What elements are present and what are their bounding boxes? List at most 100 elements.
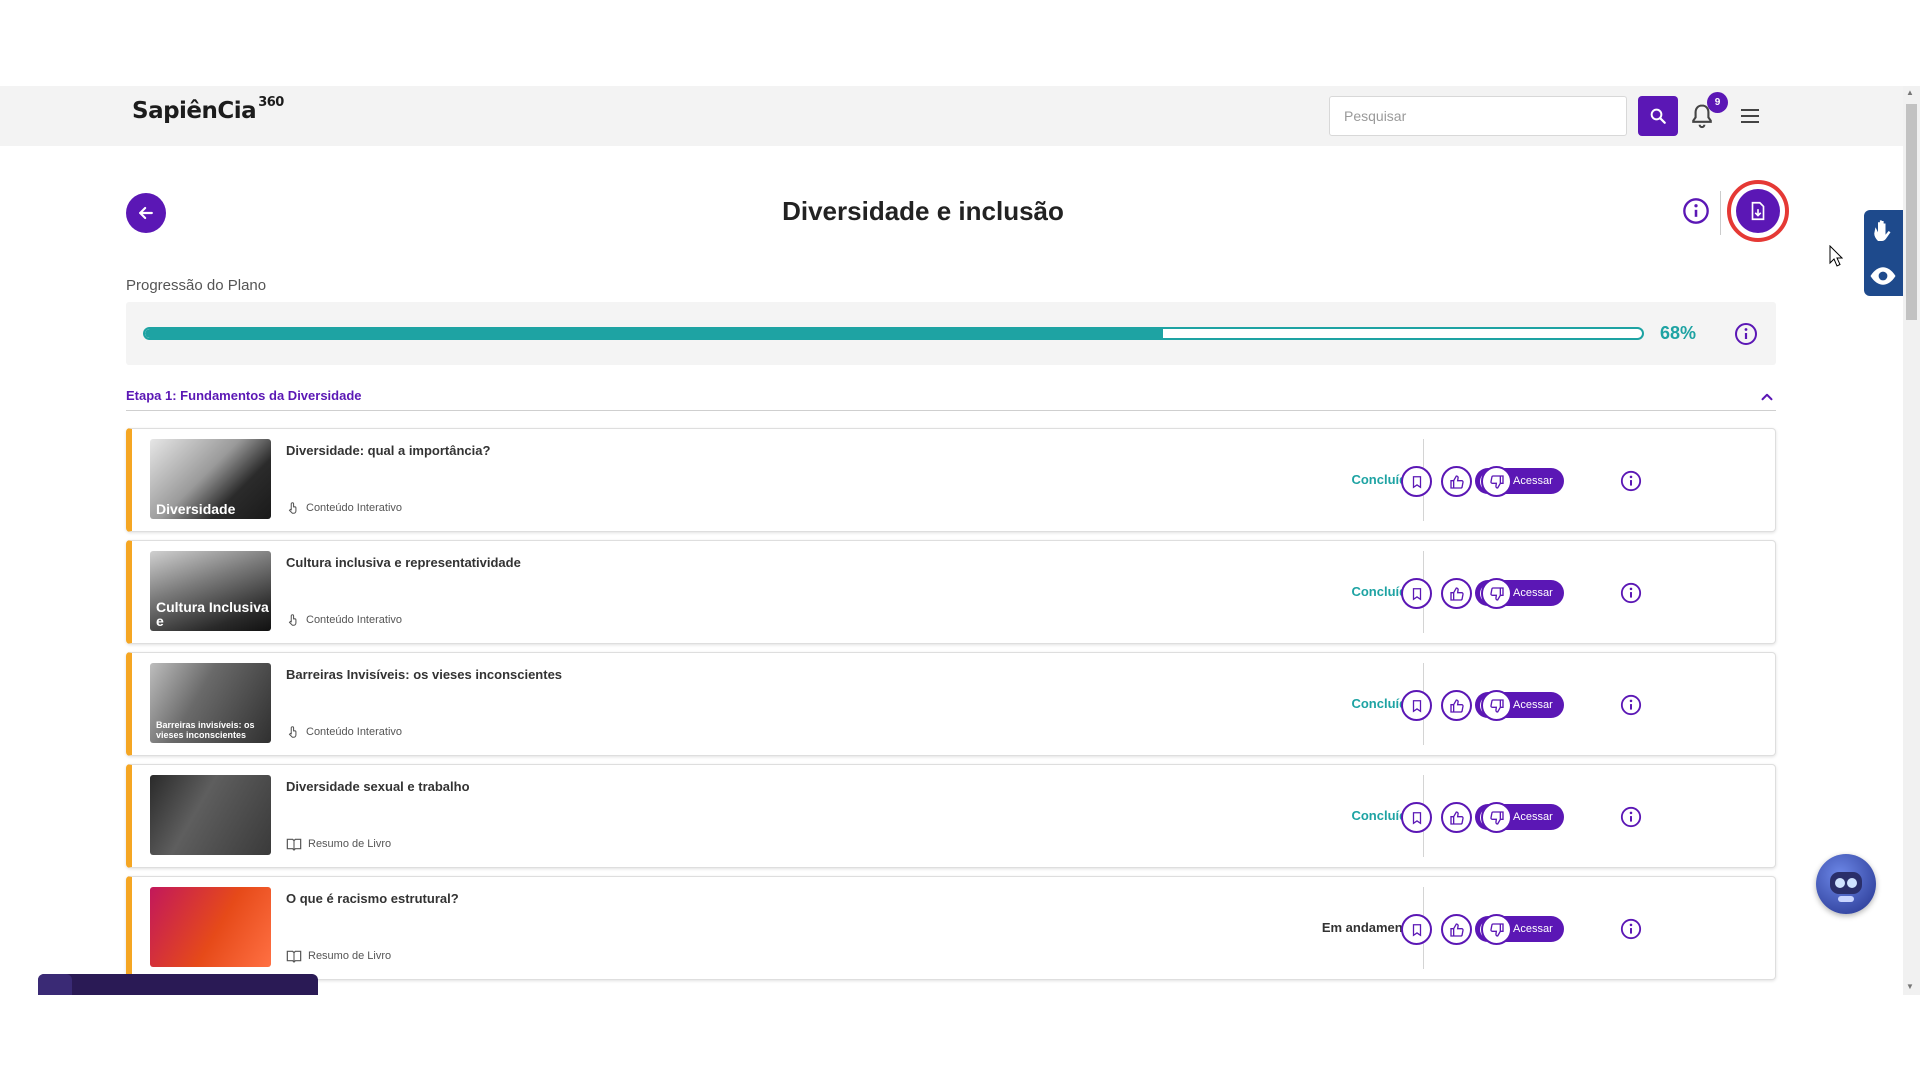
like-button[interactable] <box>1441 690 1472 721</box>
dislike-button[interactable] <box>1481 466 1512 497</box>
bottom-blank-area <box>0 995 1920 1080</box>
robot-icon <box>1830 872 1862 902</box>
download-file-button[interactable] <box>1736 189 1780 233</box>
access-button-label: Acessar <box>1513 811 1553 823</box>
access-button-label: Acessar <box>1513 475 1553 487</box>
stage-title[interactable]: Etapa 1: Fundamentos da Diversidade <box>126 388 362 403</box>
list-item: O que é racismo estrutural? Resumo de Li… <box>126 876 1776 980</box>
like-button[interactable] <box>1441 578 1472 609</box>
progress-bar <box>143 327 1644 340</box>
search-button[interactable] <box>1638 96 1678 136</box>
title-divider <box>1720 191 1721 235</box>
scroll-down-arrow-icon[interactable]: ▼ <box>1906 982 1914 991</box>
like-button[interactable] <box>1441 802 1472 833</box>
like-button[interactable] <box>1441 466 1472 497</box>
item-title[interactable]: Cultura inclusiva e representatividade <box>286 555 521 570</box>
item-type-label: Conteúdo Interativo <box>306 726 403 738</box>
progress-label: Progressão do Plano <box>126 277 267 294</box>
bookmark-button[interactable] <box>1401 578 1432 609</box>
top-blank-area <box>0 0 1920 86</box>
content-thumbnail[interactable] <box>150 775 271 855</box>
dislike-button[interactable] <box>1481 690 1512 721</box>
thumbs-down-icon <box>1489 922 1504 937</box>
bookmark-button[interactable] <box>1401 690 1432 721</box>
dislike-button[interactable] <box>1481 802 1512 833</box>
book-icon <box>286 838 302 851</box>
touch-icon <box>288 726 297 738</box>
bookmark-icon <box>1412 587 1421 600</box>
info-icon[interactable] <box>1620 470 1642 492</box>
item-type-label: Resumo de Livro <box>308 950 392 962</box>
thumbnail-text: Barreiras invisíveis: os vieses inconsci… <box>156 720 255 740</box>
sign-language-icon[interactable] <box>1868 216 1898 246</box>
info-icon[interactable] <box>1620 918 1642 940</box>
thumbs-up-icon <box>1449 922 1464 937</box>
list-item: Diversidade sexual e trabalho Resumo de … <box>126 764 1776 868</box>
hamburger-menu-icon[interactable] <box>1738 104 1762 128</box>
scroll-up-arrow-icon[interactable]: ▲ <box>1906 88 1914 97</box>
touch-icon <box>288 614 297 626</box>
search-input[interactable] <box>1329 96 1627 136</box>
item-title[interactable]: Barreiras Invisíveis: os vieses inconsci… <box>286 667 562 682</box>
page-title: Diversidade e inclusão <box>782 196 1064 226</box>
content-thumbnail[interactable]: Diversidade <box>150 439 271 519</box>
access-button-label: Acessar <box>1513 923 1553 935</box>
book-icon <box>286 950 302 963</box>
thumbs-down-icon <box>1489 586 1504 601</box>
stage-divider <box>126 410 1776 411</box>
item-type: Conteúdo Interativo <box>286 725 402 739</box>
thumbnail-text: Diversidade <box>156 501 236 517</box>
chat-tab-icon[interactable] <box>38 974 72 995</box>
bookmark-icon <box>1412 811 1421 824</box>
item-type: Conteúdo Interativo <box>286 501 402 515</box>
chevron-up-icon[interactable] <box>1758 388 1776 406</box>
scrollbar-thumb[interactable] <box>1906 104 1917 320</box>
item-type-label: Conteúdo Interativo <box>306 614 403 626</box>
content-thumbnail[interactable] <box>150 887 271 967</box>
progress-bar-fill <box>145 329 1163 338</box>
content-thumbnail[interactable]: Cultura Inclusiva e <box>150 551 271 631</box>
file-download-icon <box>1751 201 1765 221</box>
item-title[interactable]: Diversidade: qual a importância? <box>286 443 490 458</box>
dislike-button[interactable] <box>1481 578 1512 609</box>
info-icon[interactable] <box>1620 806 1642 828</box>
progress-percent: 68% <box>1660 323 1697 343</box>
info-icon[interactable] <box>1620 582 1642 604</box>
eye-icon[interactable] <box>1868 261 1898 291</box>
bookmark-button[interactable] <box>1401 914 1432 945</box>
bookmark-icon <box>1412 699 1421 712</box>
info-icon[interactable] <box>1682 197 1710 225</box>
access-button-label: Acessar <box>1513 587 1553 599</box>
thumbnail-text: Cultura Inclusiva e <box>156 599 269 629</box>
list-item: Cultura Inclusiva e Cultura inclusiva e … <box>126 540 1776 644</box>
notification-badge: 9 <box>1707 92 1728 113</box>
logo[interactable]: SapiênCia 360 <box>132 95 284 124</box>
item-title[interactable]: O que é racismo estrutural? <box>286 891 459 906</box>
thumbs-up-icon <box>1449 474 1464 489</box>
bookmark-button[interactable] <box>1401 802 1432 833</box>
item-title[interactable]: Diversidade sexual e trabalho <box>286 779 470 794</box>
thumbs-up-icon <box>1449 698 1464 713</box>
mouse-cursor-icon <box>1829 245 1843 267</box>
bottom-chat-tab[interactable] <box>38 974 318 995</box>
content-thumbnail[interactable]: Barreiras invisíveis: os vieses inconsci… <box>150 663 271 743</box>
list-item: Diversidade Diversidade: qual a importân… <box>126 428 1776 532</box>
like-button[interactable] <box>1441 914 1472 945</box>
search-icon <box>1650 108 1666 124</box>
bookmark-icon <box>1412 475 1421 488</box>
arrow-left-icon <box>139 206 153 220</box>
list-item: Barreiras invisíveis: os vieses inconsci… <box>126 652 1776 756</box>
info-icon[interactable] <box>1620 694 1642 716</box>
touch-icon <box>288 502 297 514</box>
thumbs-up-icon <box>1449 810 1464 825</box>
bookmark-icon <box>1412 923 1421 936</box>
chatbot-assistant-button[interactable] <box>1816 854 1876 914</box>
dislike-button[interactable] <box>1481 914 1512 945</box>
item-type: Resumo de Livro <box>286 837 391 851</box>
item-type: Resumo de Livro <box>286 949 391 963</box>
back-button[interactable] <box>126 193 166 233</box>
item-type: Conteúdo Interativo <box>286 613 402 627</box>
thumbs-up-icon <box>1449 586 1464 601</box>
progress-info-icon[interactable] <box>1734 322 1758 346</box>
bookmark-button[interactable] <box>1401 466 1432 497</box>
